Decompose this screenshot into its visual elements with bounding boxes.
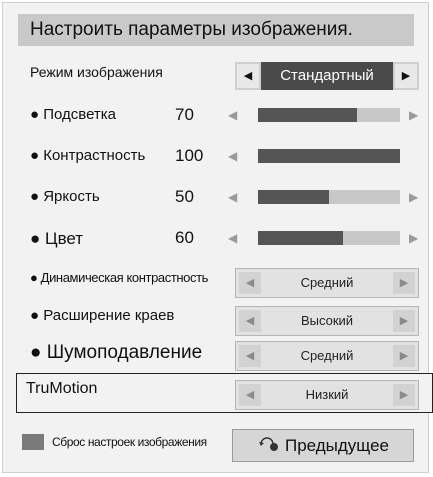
option-label-trumotion: TruMotion: [26, 380, 98, 397]
previous-button-label: Предыдущее: [284, 436, 390, 455]
right-arrow-icon[interactable]: ▶: [409, 100, 418, 130]
slider-color[interactable]: ◀ ▶: [228, 223, 418, 253]
left-arrow-icon[interactable]: ◀: [239, 310, 261, 332]
right-arrow-icon[interactable]: ▶: [393, 384, 415, 406]
right-arrow-icon[interactable]: ▶: [395, 64, 417, 88]
page-title: Настроить параметры изображения.: [18, 14, 414, 46]
left-arrow-icon[interactable]: ◀: [239, 345, 261, 367]
dynamic-contrast-select[interactable]: ◀ Средний ▶: [235, 268, 419, 298]
slider-label-contrast: ● Контрастность: [30, 147, 146, 164]
slider-fill: [258, 108, 358, 122]
picture-mode-value: Стандартный: [261, 62, 393, 90]
left-arrow-icon[interactable]: ◀: [228, 223, 237, 253]
slider-value-color: 60: [175, 228, 194, 247]
noise-reduction-value: Средний: [300, 348, 354, 363]
trumotion-select[interactable]: ◀ Низкий ▶: [235, 380, 419, 410]
slider-contrast[interactable]: ◀: [228, 141, 418, 171]
slider-track[interactable]: [258, 231, 400, 245]
left-arrow-icon[interactable]: ◀: [228, 182, 237, 212]
picture-mode-label: Режим изображения: [30, 64, 163, 80]
right-arrow-icon[interactable]: ▶: [393, 272, 415, 294]
slider-fill: [258, 190, 329, 204]
reset-key-indicator: [22, 434, 44, 450]
edge-enhancement-value: Высокий: [300, 313, 354, 328]
previous-button[interactable]: Предыдущее: [232, 429, 414, 462]
edge-enhancement-select[interactable]: ◀ Высокий ▶: [235, 306, 419, 336]
left-arrow-icon[interactable]: ◀: [228, 141, 237, 171]
right-arrow-icon[interactable]: ▶: [409, 223, 418, 253]
left-arrow-icon[interactable]: ◀: [228, 100, 237, 130]
right-arrow-icon[interactable]: ▶: [393, 310, 415, 332]
option-label-dynamic-contrast: ● Динамическая контрастность: [30, 270, 209, 285]
back-arrow-icon: [257, 431, 279, 462]
slider-fill: [258, 231, 344, 245]
slider-value-brightness: 50: [175, 187, 194, 206]
right-arrow-icon[interactable]: ▶: [393, 345, 415, 367]
right-arrow-icon[interactable]: ▶: [409, 182, 418, 212]
slider-track[interactable]: [258, 190, 400, 204]
left-arrow-icon[interactable]: ◀: [239, 272, 261, 294]
slider-label-color: ● Цвет: [30, 229, 84, 248]
option-label-noise-reduction: ● Шумоподавление: [30, 342, 203, 363]
slider-track[interactable]: [258, 149, 400, 163]
slider-value-contrast: 100: [175, 146, 204, 165]
option-label-edge-enhancement: ● Расширение краев: [30, 307, 175, 324]
slider-label-brightness: ● Яркость: [30, 188, 100, 205]
slider-backlight[interactable]: ◀ ▶: [228, 100, 418, 130]
trumotion-value: Низкий: [305, 387, 349, 402]
left-arrow-icon[interactable]: ◀: [237, 64, 259, 88]
left-arrow-icon[interactable]: ◀: [239, 384, 261, 406]
slider-track[interactable]: [258, 108, 400, 122]
picture-mode-select[interactable]: ◀ Стандартный ▶: [235, 62, 419, 90]
dynamic-contrast-value: Средний: [300, 275, 354, 290]
slider-fill: [258, 149, 400, 163]
slider-label-backlight: ● Подсветка: [30, 106, 117, 123]
slider-brightness[interactable]: ◀ ▶: [228, 182, 418, 212]
noise-reduction-select[interactable]: ◀ Средний ▶: [235, 341, 419, 371]
slider-value-backlight: 70: [175, 105, 194, 124]
reset-picture-settings-label[interactable]: Сброс настроек изображения: [52, 435, 207, 449]
